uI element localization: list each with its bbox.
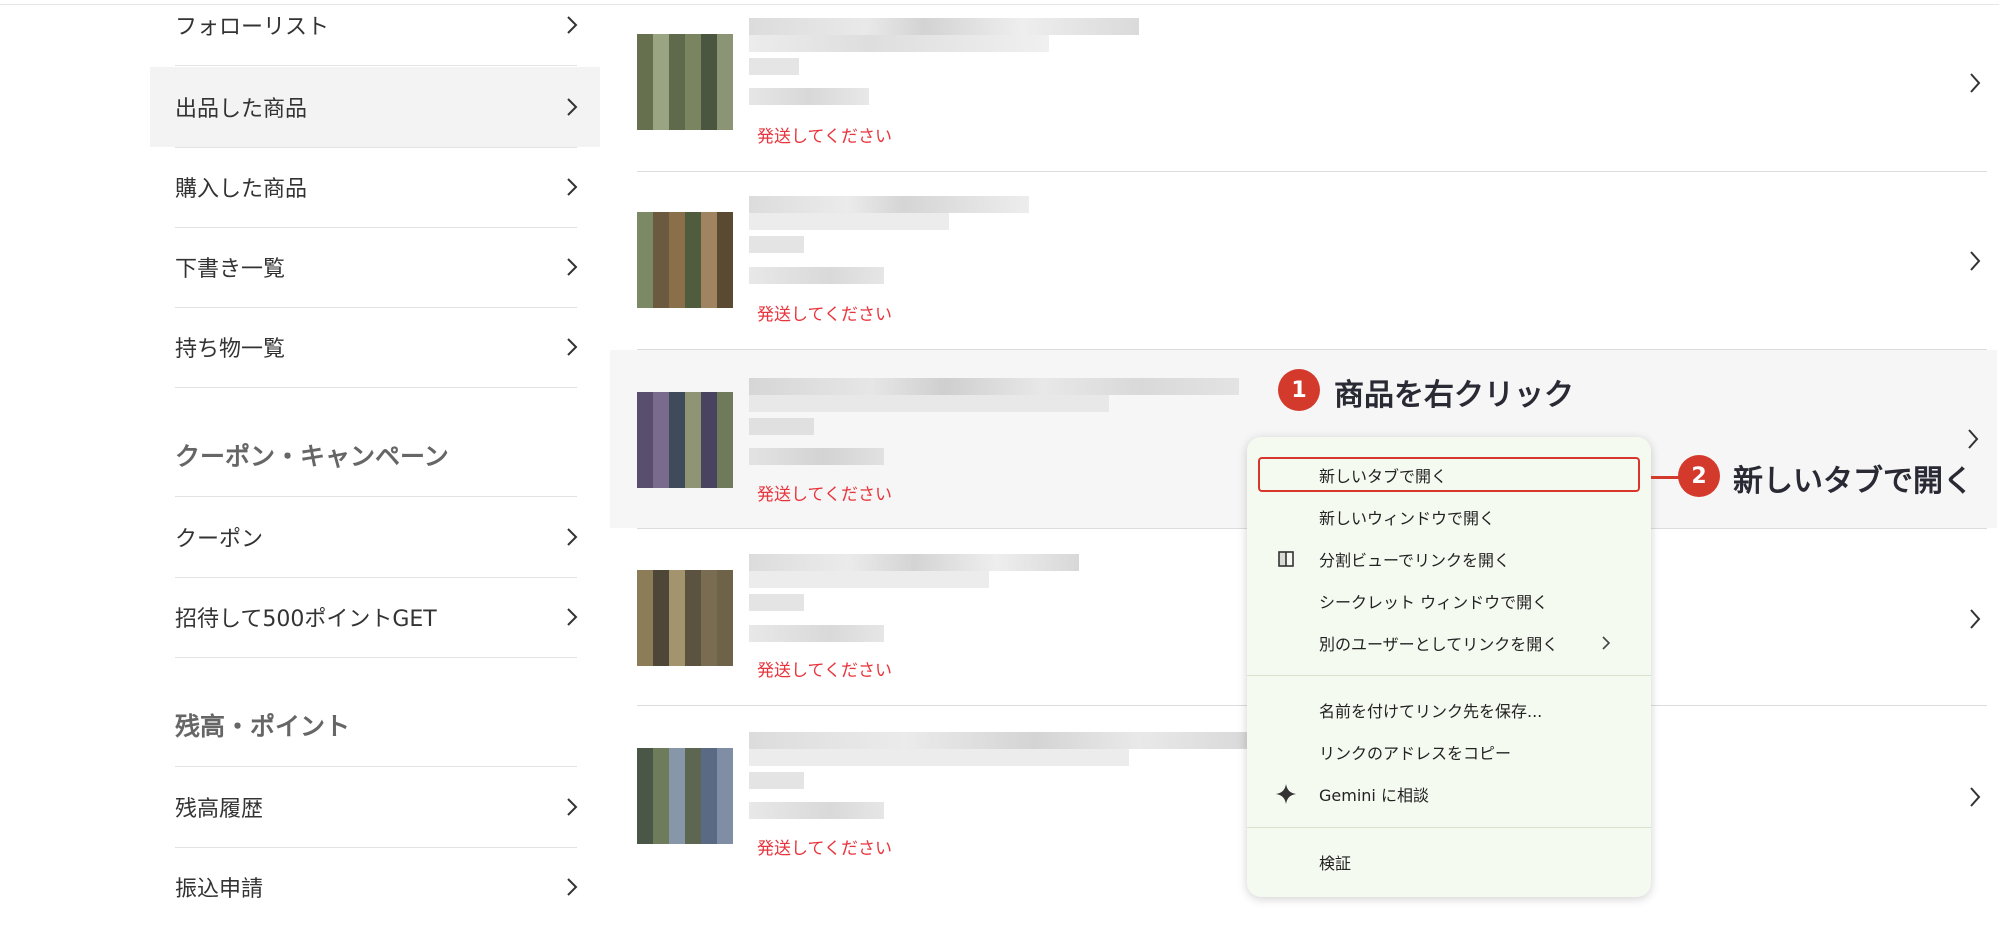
- sidebar-item-coupon[interactable]: クーポン: [150, 497, 600, 577]
- menu-item-label: シークレット ウィンドウで開く: [1319, 593, 1549, 612]
- blurred-title: [749, 395, 1109, 412]
- menu-item-open-split-view[interactable]: 分割ビューでリンクを開く: [1247, 539, 1651, 579]
- chevron-right-icon: [1970, 787, 1981, 807]
- menu-item-label: Gemini に相談: [1319, 786, 1429, 805]
- divider: [175, 65, 577, 66]
- section-heading-coupon: クーポン・キャンペーン: [175, 442, 449, 471]
- status-label: 発送してください: [757, 839, 892, 859]
- blurred-title: [749, 749, 1129, 766]
- sidebar-item-label: 振込申請: [175, 877, 264, 902]
- status-label: 発送してください: [757, 485, 892, 505]
- chevron-right-icon: [1968, 429, 1979, 449]
- menu-divider: [1247, 827, 1651, 828]
- divider: [175, 387, 577, 388]
- product-thumbnail: [637, 570, 733, 666]
- menu-item-label: 新しいタブで開く: [1319, 467, 1448, 486]
- product-row[interactable]: 発送してください: [612, 172, 1999, 350]
- sidebar-item-purchased-items[interactable]: 購入した商品: [150, 147, 600, 227]
- product-thumbnail: [637, 392, 733, 488]
- blurred-price: [749, 88, 869, 105]
- sidebar-item-label: フォローリスト: [175, 15, 330, 40]
- chevron-right-icon: [567, 258, 578, 276]
- blurred-title: [749, 18, 1139, 35]
- blurred-text: [749, 236, 804, 253]
- blurred-price: [749, 625, 884, 642]
- blurred-title: [749, 571, 989, 588]
- menu-item-label: 新しいウィンドウで開く: [1319, 509, 1496, 528]
- sidebar-item-label: 持ち物一覧: [175, 337, 286, 362]
- blurred-title: [749, 378, 1239, 395]
- menu-item-save-link-as[interactable]: 名前を付けてリンク先を保存...: [1247, 690, 1651, 730]
- chevron-right-icon: [567, 178, 578, 196]
- product-row[interactable]: 発送してください: [612, 0, 1999, 178]
- sidebar-item-listed-items[interactable]: 出品した商品: [150, 67, 600, 147]
- blurred-text: [749, 772, 804, 789]
- blurred-title: [749, 213, 949, 230]
- annotation-connector: [1651, 476, 1681, 479]
- context-menu: 新しいタブで開く 新しいウィンドウで開く 分割ビューでリンクを開く シークレット…: [1247, 437, 1651, 897]
- sidebar-item-label: 購入した商品: [175, 177, 308, 202]
- chevron-right-icon: [567, 16, 578, 34]
- section-heading-balance: 残高・ポイント: [175, 712, 351, 741]
- menu-divider: [1247, 675, 1651, 676]
- blurred-price: [749, 267, 884, 284]
- sidebar-item-transfer-request[interactable]: 振込申請: [150, 847, 600, 927]
- menu-item-inspect[interactable]: 検証: [1247, 842, 1651, 882]
- sidebar-item-belongings[interactable]: 持ち物一覧: [150, 307, 600, 387]
- menu-item-open-as-other-user[interactable]: 別のユーザーとしてリンクを開く: [1247, 623, 1651, 663]
- sidebar-item-follow-list[interactable]: フォローリスト: [150, 0, 600, 65]
- blurred-title: [749, 732, 1269, 749]
- chevron-right-icon: [1970, 251, 1981, 271]
- gemini-sparkle-icon: [1276, 784, 1296, 804]
- step-2-instruction: 新しいタブで開く: [1733, 464, 1973, 499]
- chevron-right-icon: [567, 528, 578, 546]
- blurred-text: [749, 418, 814, 435]
- sidebar-item-label: クーポン: [175, 527, 264, 552]
- status-label: 発送してください: [757, 305, 892, 325]
- sidebar-item-drafts[interactable]: 下書き一覧: [150, 227, 600, 307]
- status-label: 発送してください: [757, 661, 892, 681]
- blurred-title: [749, 35, 1049, 52]
- sidebar-item-label: 下書き一覧: [175, 257, 286, 282]
- product-thumbnail: [637, 748, 733, 844]
- blurred-title: [749, 196, 1029, 213]
- step-badge-2: 2: [1678, 455, 1720, 497]
- mypage-sidebar: フォローリスト 出品した商品 購入した商品 下書き一覧 持ち物一覧 クーポン・キ…: [0, 0, 620, 902]
- blurred-price: [749, 448, 884, 465]
- menu-item-open-new-window[interactable]: 新しいウィンドウで開く: [1247, 497, 1651, 537]
- chevron-right-icon: [567, 878, 578, 896]
- menu-item-label: 名前を付けてリンク先を保存...: [1319, 702, 1543, 721]
- menu-item-ask-gemini[interactable]: Gemini に相談: [1247, 774, 1651, 814]
- divider: [175, 657, 577, 658]
- split-view-icon: [1278, 551, 1294, 567]
- chevron-right-icon: [567, 798, 578, 816]
- chevron-right-icon: [1970, 609, 1981, 629]
- product-thumbnail: [637, 212, 733, 308]
- step-badge-1: 1: [1278, 369, 1320, 411]
- blurred-text: [749, 594, 804, 611]
- menu-item-open-new-tab[interactable]: 新しいタブで開く: [1247, 455, 1651, 495]
- sidebar-item-balance-history[interactable]: 残高履歴: [150, 767, 600, 847]
- chevron-right-icon: [567, 608, 578, 626]
- menu-item-label: 分割ビューでリンクを開く: [1319, 551, 1511, 570]
- submenu-chevron-icon: [1602, 636, 1611, 650]
- sidebar-item-label: 残高履歴: [175, 797, 264, 822]
- menu-item-label: 別のユーザーとしてリンクを開く: [1319, 635, 1559, 654]
- chevron-right-icon: [1970, 73, 1981, 93]
- chevron-right-icon: [567, 98, 578, 116]
- step-1-instruction: 商品を右クリック: [1334, 378, 1574, 413]
- menu-item-label: 検証: [1319, 854, 1352, 873]
- menu-item-copy-link-address[interactable]: リンクのアドレスをコピー: [1247, 732, 1651, 772]
- sidebar-item-label: 招待して500ポイントGET: [175, 607, 437, 632]
- sidebar-item-invite[interactable]: 招待して500ポイントGET: [150, 577, 600, 657]
- menu-item-label: リンクのアドレスをコピー: [1319, 744, 1512, 763]
- blurred-text: [749, 58, 799, 75]
- chevron-right-icon: [567, 338, 578, 356]
- blurred-title: [749, 554, 1079, 571]
- product-thumbnail: [637, 34, 733, 130]
- menu-item-open-incognito[interactable]: シークレット ウィンドウで開く: [1247, 581, 1651, 621]
- blurred-price: [749, 802, 884, 819]
- status-label: 発送してください: [757, 127, 892, 147]
- sidebar-item-label: 出品した商品: [175, 97, 308, 122]
